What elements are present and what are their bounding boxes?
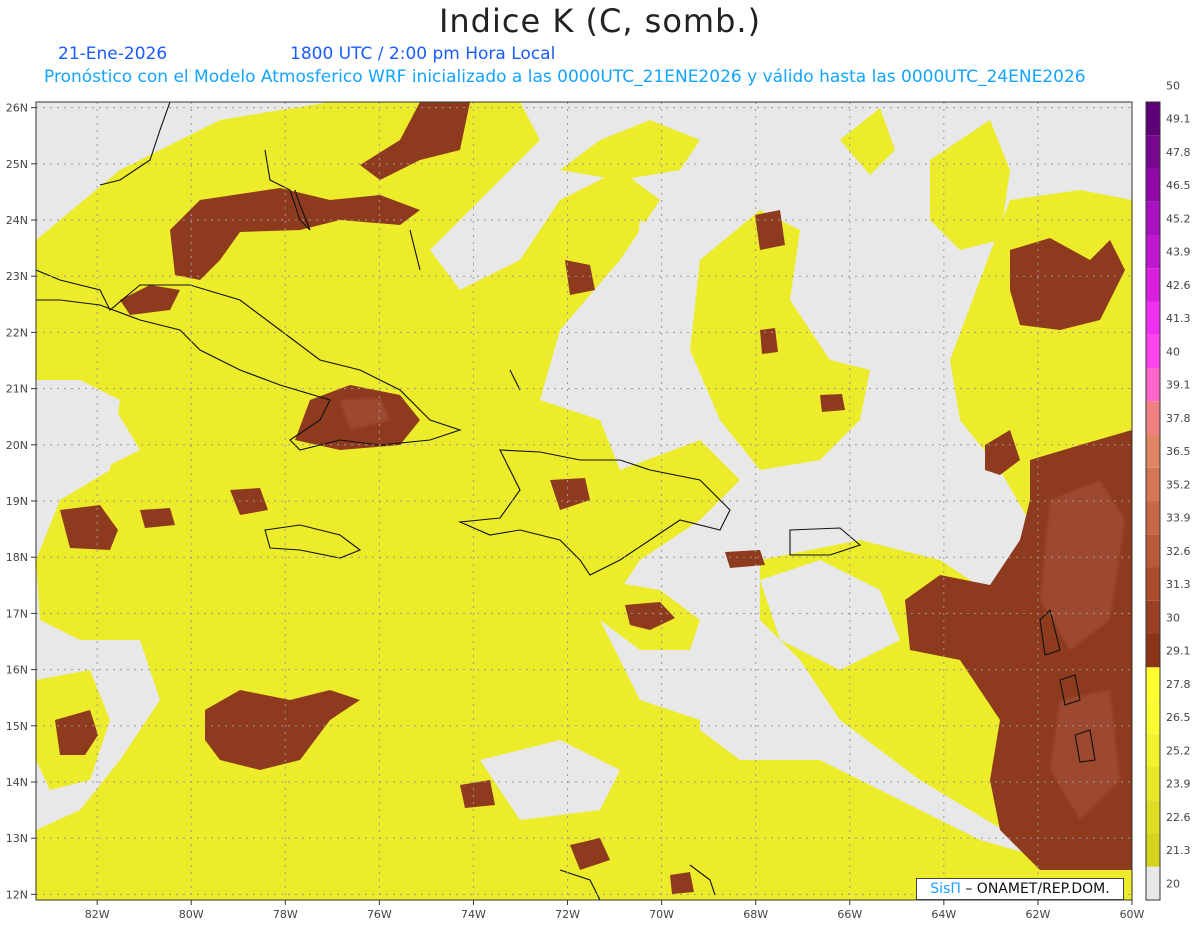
colorbar-label: 20 bbox=[1166, 877, 1180, 890]
lon-tick-label: 60W bbox=[1120, 908, 1145, 921]
lon-tick-label: 78W bbox=[273, 908, 298, 921]
colorbar-label: 35.2 bbox=[1166, 478, 1191, 491]
lat-tick-label: 23N bbox=[6, 270, 28, 283]
colorbar-swatch bbox=[1146, 334, 1160, 368]
colorbar-swatch bbox=[1146, 135, 1160, 169]
colorbar-swatch bbox=[1146, 301, 1160, 335]
colorbar-label: 26.5 bbox=[1166, 711, 1191, 724]
lon-tick-label: 64W bbox=[931, 908, 956, 921]
colorbar-swatch bbox=[1146, 800, 1160, 834]
colorbar-label: 22.6 bbox=[1166, 811, 1191, 824]
colorbar-label: 40 bbox=[1166, 345, 1180, 358]
lon-tick-label: 70W bbox=[649, 908, 674, 921]
colorbar-label: 29.1 bbox=[1166, 645, 1191, 658]
lon-tick-label: 62W bbox=[1025, 908, 1050, 921]
lon-tick-label: 80W bbox=[179, 908, 204, 921]
lon-tick-label: 72W bbox=[555, 908, 580, 921]
lat-tick-label: 13N bbox=[6, 832, 28, 845]
lon-tick-label: 66W bbox=[837, 908, 862, 921]
longitude-labels: 82W 80W 78W 76W 74W 72W 70W 68W 66W 64W 62W 60W bbox=[85, 900, 1145, 921]
colorbar-label: 45.2 bbox=[1166, 212, 1191, 225]
colorbar-label: 42.6 bbox=[1166, 279, 1191, 292]
colorbar-swatch bbox=[1146, 600, 1160, 634]
latitude-labels: 12N 13N 14N 15N 16N 17N 18N 19N 20N 21N 22N 23N 24N 2… bbox=[6, 102, 36, 901]
lat-tick-label: 15N bbox=[6, 720, 28, 733]
k-index-field bbox=[36, 102, 1132, 900]
lat-tick-label: 25N bbox=[6, 158, 28, 171]
colorbar-swatch bbox=[1146, 501, 1160, 535]
lat-tick-label: 26N bbox=[6, 102, 28, 115]
lat-tick-label: 24N bbox=[6, 214, 28, 227]
colorbar-swatch bbox=[1146, 368, 1160, 402]
sistpi-logo-text: SisΠ bbox=[930, 881, 961, 897]
colorbar-swatch bbox=[1146, 833, 1160, 867]
colorbar-swatch bbox=[1146, 534, 1160, 568]
lat-tick-label: 18N bbox=[6, 551, 28, 564]
colorbar-label: 43.9 bbox=[1166, 246, 1191, 259]
lat-tick-label: 20N bbox=[6, 439, 28, 452]
colorbar-label: 32.6 bbox=[1166, 545, 1191, 558]
colorbar-label: 21.3 bbox=[1166, 844, 1191, 857]
lon-tick-label: 82W bbox=[85, 908, 110, 921]
colorbar-swatch bbox=[1146, 467, 1160, 501]
colorbar-label: 50 bbox=[1166, 79, 1180, 92]
colorbar-swatch bbox=[1146, 634, 1160, 668]
lon-tick-label: 74W bbox=[461, 908, 486, 921]
colorbar-label: 33.9 bbox=[1166, 512, 1191, 525]
colorbar-swatch bbox=[1146, 235, 1160, 269]
colorbar-swatch bbox=[1146, 567, 1160, 601]
colorbar-swatch bbox=[1146, 700, 1160, 734]
colorbar-swatch bbox=[1146, 434, 1160, 468]
lat-tick-label: 22N bbox=[6, 326, 28, 339]
k-index-map: 82W 80W 78W 76W 74W 72W 70W 68W 66W 64W 62W 60W 12N… bbox=[6, 79, 1191, 921]
colorbar-label: 30 bbox=[1166, 611, 1180, 624]
lat-tick-label: 16N bbox=[6, 664, 28, 677]
colorbar-label: 39.1 bbox=[1166, 379, 1191, 392]
colorbar-swatch bbox=[1146, 102, 1160, 136]
lat-tick-label: 17N bbox=[6, 607, 28, 620]
colorbar-label: 47.8 bbox=[1166, 146, 1191, 159]
colorbar-label: 36.5 bbox=[1166, 445, 1191, 458]
colorbar-swatch bbox=[1146, 168, 1160, 202]
colorbar-label: 46.5 bbox=[1166, 179, 1191, 192]
lat-tick-label: 14N bbox=[6, 776, 28, 789]
colorbar-swatch bbox=[1146, 866, 1160, 900]
colorbar-swatch bbox=[1146, 767, 1160, 801]
colorbar-label: 25.2 bbox=[1166, 744, 1191, 757]
lon-tick-label: 68W bbox=[743, 908, 768, 921]
colorbar-label: 37.8 bbox=[1166, 412, 1191, 425]
lat-tick-label: 21N bbox=[6, 383, 28, 396]
credit-text: – ONAMET/REP.DOM. bbox=[965, 881, 1110, 897]
colorbar-swatch bbox=[1146, 667, 1160, 701]
colorbar-swatch bbox=[1146, 201, 1160, 235]
colorbar-label: 31.3 bbox=[1166, 578, 1191, 591]
colorbar-label: 23.9 bbox=[1166, 778, 1191, 791]
lat-tick-label: 19N bbox=[6, 495, 28, 508]
lat-tick-label: 12N bbox=[6, 888, 28, 901]
colorbar-swatch bbox=[1146, 733, 1160, 767]
credit-box: SisΠ – ONAMET/REP.DOM. bbox=[916, 878, 1124, 900]
colorbar-label: 27.8 bbox=[1166, 678, 1191, 691]
colorbar-label: 49.1 bbox=[1166, 113, 1191, 126]
colorbar-label: 41.3 bbox=[1166, 312, 1191, 325]
lon-tick-label: 76W bbox=[367, 908, 392, 921]
colorbar: 20 21.3 22.6 23.9 25.2 26.5 27.8 29.1 30 31.3 32.6… bbox=[1145, 79, 1191, 901]
colorbar-swatch bbox=[1146, 268, 1160, 302]
colorbar-swatch bbox=[1146, 401, 1160, 435]
